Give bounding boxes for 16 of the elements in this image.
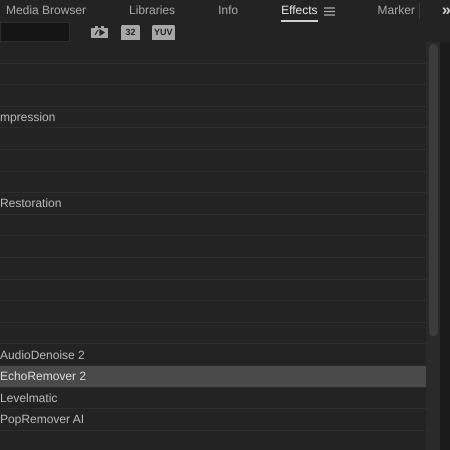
filter-toggle[interactable]: 32: [121, 24, 140, 40]
panel-tab[interactable]: Effects: [281, 0, 318, 22]
panel-tab[interactable]: Marker: [378, 0, 415, 22]
menu-icon[interactable]: [324, 6, 335, 16]
effect-row[interactable]: PopRemover AI: [0, 409, 426, 431]
search-field[interactable]: [0, 22, 70, 42]
panel-tab[interactable]: Info: [218, 0, 238, 22]
filter-toggle[interactable]: YUV: [152, 24, 175, 40]
effect-row[interactable]: mpression: [0, 106, 426, 128]
effect-row[interactable]: EchoRemover 2: [0, 366, 426, 388]
panel-tab[interactable]: Libraries: [129, 0, 176, 22]
effect-row[interactable]: Restoration: [0, 193, 426, 215]
effect-row[interactable]: Levelmatic: [0, 388, 426, 410]
panel-tab[interactable]: Media Browser: [6, 0, 86, 22]
more-tabs-button[interactable]: »: [418, 3, 450, 19]
accelerated-effects-icon[interactable]: [90, 24, 109, 38]
